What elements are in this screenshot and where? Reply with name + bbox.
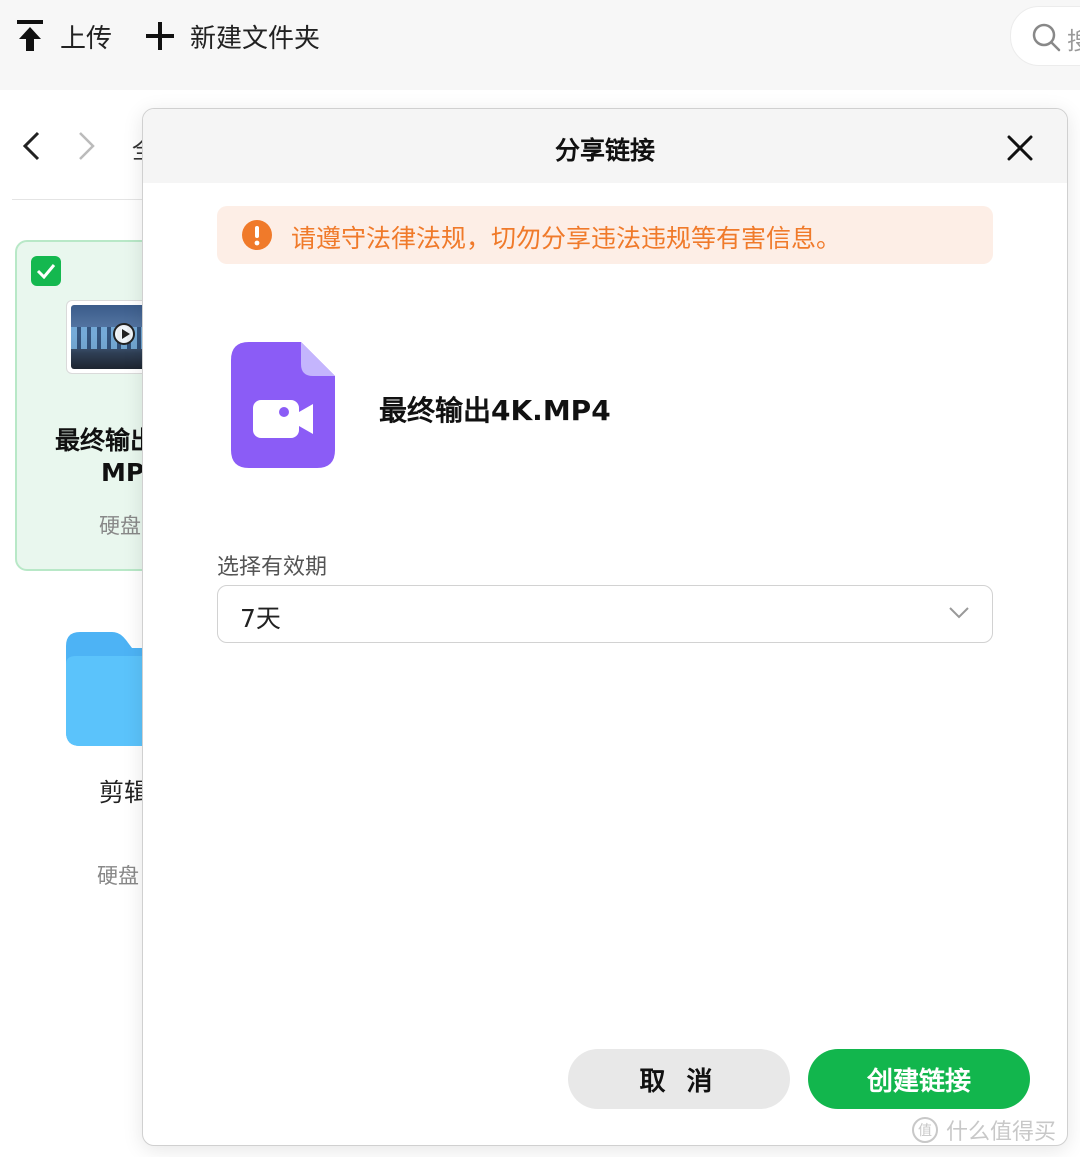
video-file-icon	[231, 342, 335, 468]
forward-arrow-icon[interactable]	[74, 130, 98, 162]
create-link-button[interactable]: 创建链接	[808, 1049, 1030, 1109]
share-link-dialog: 分享链接 请遵守法律法规，切勿分享违法违规等有害信息。 最终输出4K.MP4 选…	[142, 108, 1068, 1146]
watermark-logo: 值	[912, 1117, 938, 1143]
back-arrow-icon[interactable]	[20, 130, 44, 162]
close-icon[interactable]	[1005, 133, 1035, 163]
dialog-header: 分享链接	[143, 109, 1067, 183]
watermark: 值 什么值得买	[912, 1114, 1056, 1146]
new-folder-button[interactable]: 新建文件夹	[144, 14, 320, 58]
validity-value: 7天	[240, 604, 281, 633]
upload-icon	[17, 20, 43, 51]
warning-text: 请遵守法律法规，切勿分享违法违规等有害信息。	[291, 224, 842, 253]
top-toolbar: 上传 新建文件夹 搜	[0, 0, 1080, 90]
validity-label: 选择有效期	[217, 555, 328, 580]
divider	[12, 199, 152, 200]
new-folder-label: 新建文件夹	[190, 23, 321, 54]
share-file-name: 最终输出4K.MP4	[379, 394, 611, 427]
warning-banner: 请遵守法律法规，切勿分享违法违规等有害信息。	[217, 206, 993, 264]
check-icon	[36, 264, 56, 279]
folder-location: 硬盘	[97, 864, 139, 888]
selected-checkbox[interactable]	[31, 256, 61, 286]
file-name-line2: MP	[101, 458, 145, 487]
plus-icon	[146, 22, 174, 50]
play-icon	[113, 323, 135, 345]
upload-label: 上传	[60, 23, 113, 54]
search-placeholder: 搜	[1067, 27, 1080, 55]
upload-button[interactable]: 上传	[14, 14, 112, 58]
search-input[interactable]: 搜	[1010, 6, 1080, 66]
validity-select[interactable]: 7天	[217, 585, 993, 643]
exclamation-icon	[242, 220, 272, 250]
search-icon	[1032, 23, 1061, 52]
watermark-text: 什么值得买	[946, 1120, 1057, 1145]
cancel-button[interactable]: 取 消	[568, 1049, 790, 1109]
file-location: 硬盘	[99, 514, 141, 538]
chevron-down-icon	[949, 607, 969, 619]
dialog-title: 分享链接	[554, 136, 655, 165]
